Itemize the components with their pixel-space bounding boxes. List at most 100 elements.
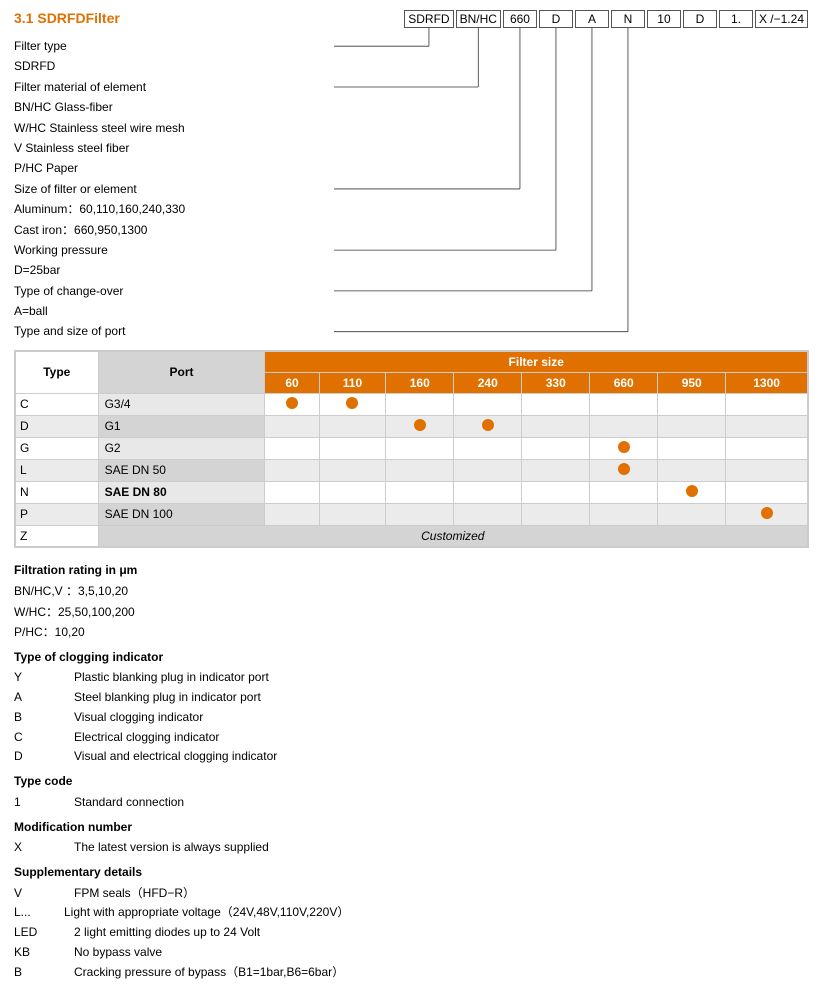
cell-2-0 xyxy=(265,437,319,459)
cell-type-0: C xyxy=(16,393,99,415)
cell-5-1 xyxy=(319,503,386,525)
section-block: Supplementary detailsVFPM seals（HFD−R）L.… xyxy=(14,862,809,983)
cell-0-1 xyxy=(319,393,386,415)
size-col-3: 240 xyxy=(454,372,522,393)
label-line-14: Type and size of port xyxy=(14,321,334,341)
cell-0-3 xyxy=(454,393,522,415)
cell-2-5 xyxy=(590,437,658,459)
label-line-9: Cast iron：660,950,1300 xyxy=(14,220,334,240)
size-col-5: 660 xyxy=(590,372,658,393)
entry-row-0: YPlastic blanking plug in indicator port xyxy=(14,668,809,688)
section-title: Modification number xyxy=(14,817,809,839)
table-row: NSAE DN 80 xyxy=(16,481,808,503)
cell-5-3 xyxy=(454,503,522,525)
entry-key: X xyxy=(14,838,74,858)
cell-3-5 xyxy=(590,459,658,481)
entry-val: The latest version is always supplied xyxy=(74,838,809,858)
cell-1-0 xyxy=(265,415,319,437)
code-part-4: A xyxy=(575,10,609,28)
cell-port-0: G3/4 xyxy=(98,393,265,415)
cell-3-1 xyxy=(319,459,386,481)
col-type: Type xyxy=(16,351,99,393)
section-block: Modification numberXThe latest version i… xyxy=(14,817,809,858)
label-line-4: W/HC Stainless steel wire mesh xyxy=(14,118,334,138)
size-col-4: 330 xyxy=(522,372,590,393)
cell-0-2 xyxy=(386,393,454,415)
cell-3-2 xyxy=(386,459,454,481)
cell-3-7 xyxy=(726,459,808,481)
cell-1-1 xyxy=(319,415,386,437)
cell-0-6 xyxy=(658,393,726,415)
cell-5-6 xyxy=(658,503,726,525)
cell-2-3 xyxy=(454,437,522,459)
filter-table: TypePortFilter size601101602403306609501… xyxy=(14,350,809,548)
cell-0-5 xyxy=(590,393,658,415)
cell-5-5 xyxy=(590,503,658,525)
cell-4-1 xyxy=(319,481,386,503)
label-line-11: D=25bar xyxy=(14,260,334,280)
cell-4-0 xyxy=(265,481,319,503)
entry-key: Y xyxy=(14,668,74,688)
entry-key: L... xyxy=(14,903,64,923)
section-block: Type code1Standard connection xyxy=(14,771,809,812)
code-part-1: BN/HC xyxy=(456,10,501,28)
cell-4-5 xyxy=(590,481,658,503)
cell-4-6 xyxy=(658,481,726,503)
cell-3-4 xyxy=(522,459,590,481)
entry-key: C xyxy=(14,728,74,748)
cell-3-0 xyxy=(265,459,319,481)
entry-val: Steel blanking plug in indicator port xyxy=(74,688,809,708)
code-part-7: D xyxy=(683,10,717,28)
entry-row-0: XThe latest version is always supplied xyxy=(14,838,809,858)
cell-5-2 xyxy=(386,503,454,525)
label-line-8: Aluminum：60,110,160,240,330 xyxy=(14,199,334,219)
label-line-1: SDRFD xyxy=(14,56,334,76)
cell-type-1: D xyxy=(16,415,99,437)
entry-val: Visual and electrical clogging indicator xyxy=(74,747,809,767)
entry-key: LED xyxy=(14,923,74,943)
code-part-3: D xyxy=(539,10,573,28)
entry-key: B xyxy=(14,963,74,983)
label-line-0: Filter type xyxy=(14,36,334,56)
code-part-0: SDRFD xyxy=(404,10,453,28)
entry-val: 2 light emitting diodes up to 24 Volt xyxy=(74,923,809,943)
label-line-10: Working pressure xyxy=(14,240,334,260)
cell-type-4: N xyxy=(16,481,99,503)
label-line-7: Size of filter or element xyxy=(14,179,334,199)
cell-0-0 xyxy=(265,393,319,415)
filtration-section: Filtration rating in μmBN/HC,V ：3,5,10,2… xyxy=(14,560,809,643)
table-row: CG3/4 xyxy=(16,393,808,415)
size-col-1: 110 xyxy=(319,372,386,393)
bottom-sections: Filtration rating in μmBN/HC,V ：3,5,10,2… xyxy=(14,556,809,983)
label-line-5: V Stainless steel fiber xyxy=(14,138,334,158)
label-line-13: A=ball xyxy=(14,301,334,321)
section-title: Type of clogging indicator xyxy=(14,647,809,669)
cell-1-3 xyxy=(454,415,522,437)
code-part-2: 660 xyxy=(503,10,537,28)
cell-0-7 xyxy=(726,393,808,415)
cell-4-4 xyxy=(522,481,590,503)
label-line-12: Type of change-over xyxy=(14,281,334,301)
entry-val: Electrical clogging indicator xyxy=(74,728,809,748)
entry-key: V xyxy=(14,884,74,904)
cell-5-4 xyxy=(522,503,590,525)
table-row: LSAE DN 50 xyxy=(16,459,808,481)
table-row: GG2 xyxy=(16,437,808,459)
cell-0-4 xyxy=(522,393,590,415)
code-part-6: 10 xyxy=(647,10,681,28)
entry-val: Plastic blanking plug in indicator port xyxy=(74,668,809,688)
cell-2-2 xyxy=(386,437,454,459)
cell-1-2 xyxy=(386,415,454,437)
entry-row-0: 1Standard connection xyxy=(14,793,809,813)
cell-port-5: SAE DN 100 xyxy=(98,503,265,525)
code-part-8: 1. xyxy=(719,10,753,28)
cell-4-2 xyxy=(386,481,454,503)
entry-row-4: DVisual and electrical clogging indicato… xyxy=(14,747,809,767)
col-filter-size: Filter size xyxy=(265,351,808,372)
label-line-3: BN/HC Glass-fiber xyxy=(14,97,334,117)
cell-type-3: L xyxy=(16,459,99,481)
filtration-line-0: BN/HC,V ：3,5,10,20 xyxy=(14,581,809,601)
filtration-line-1: W/HC：25,50,100,200 xyxy=(14,602,809,622)
cell-4-3 xyxy=(454,481,522,503)
entry-key: 1 xyxy=(14,793,74,813)
